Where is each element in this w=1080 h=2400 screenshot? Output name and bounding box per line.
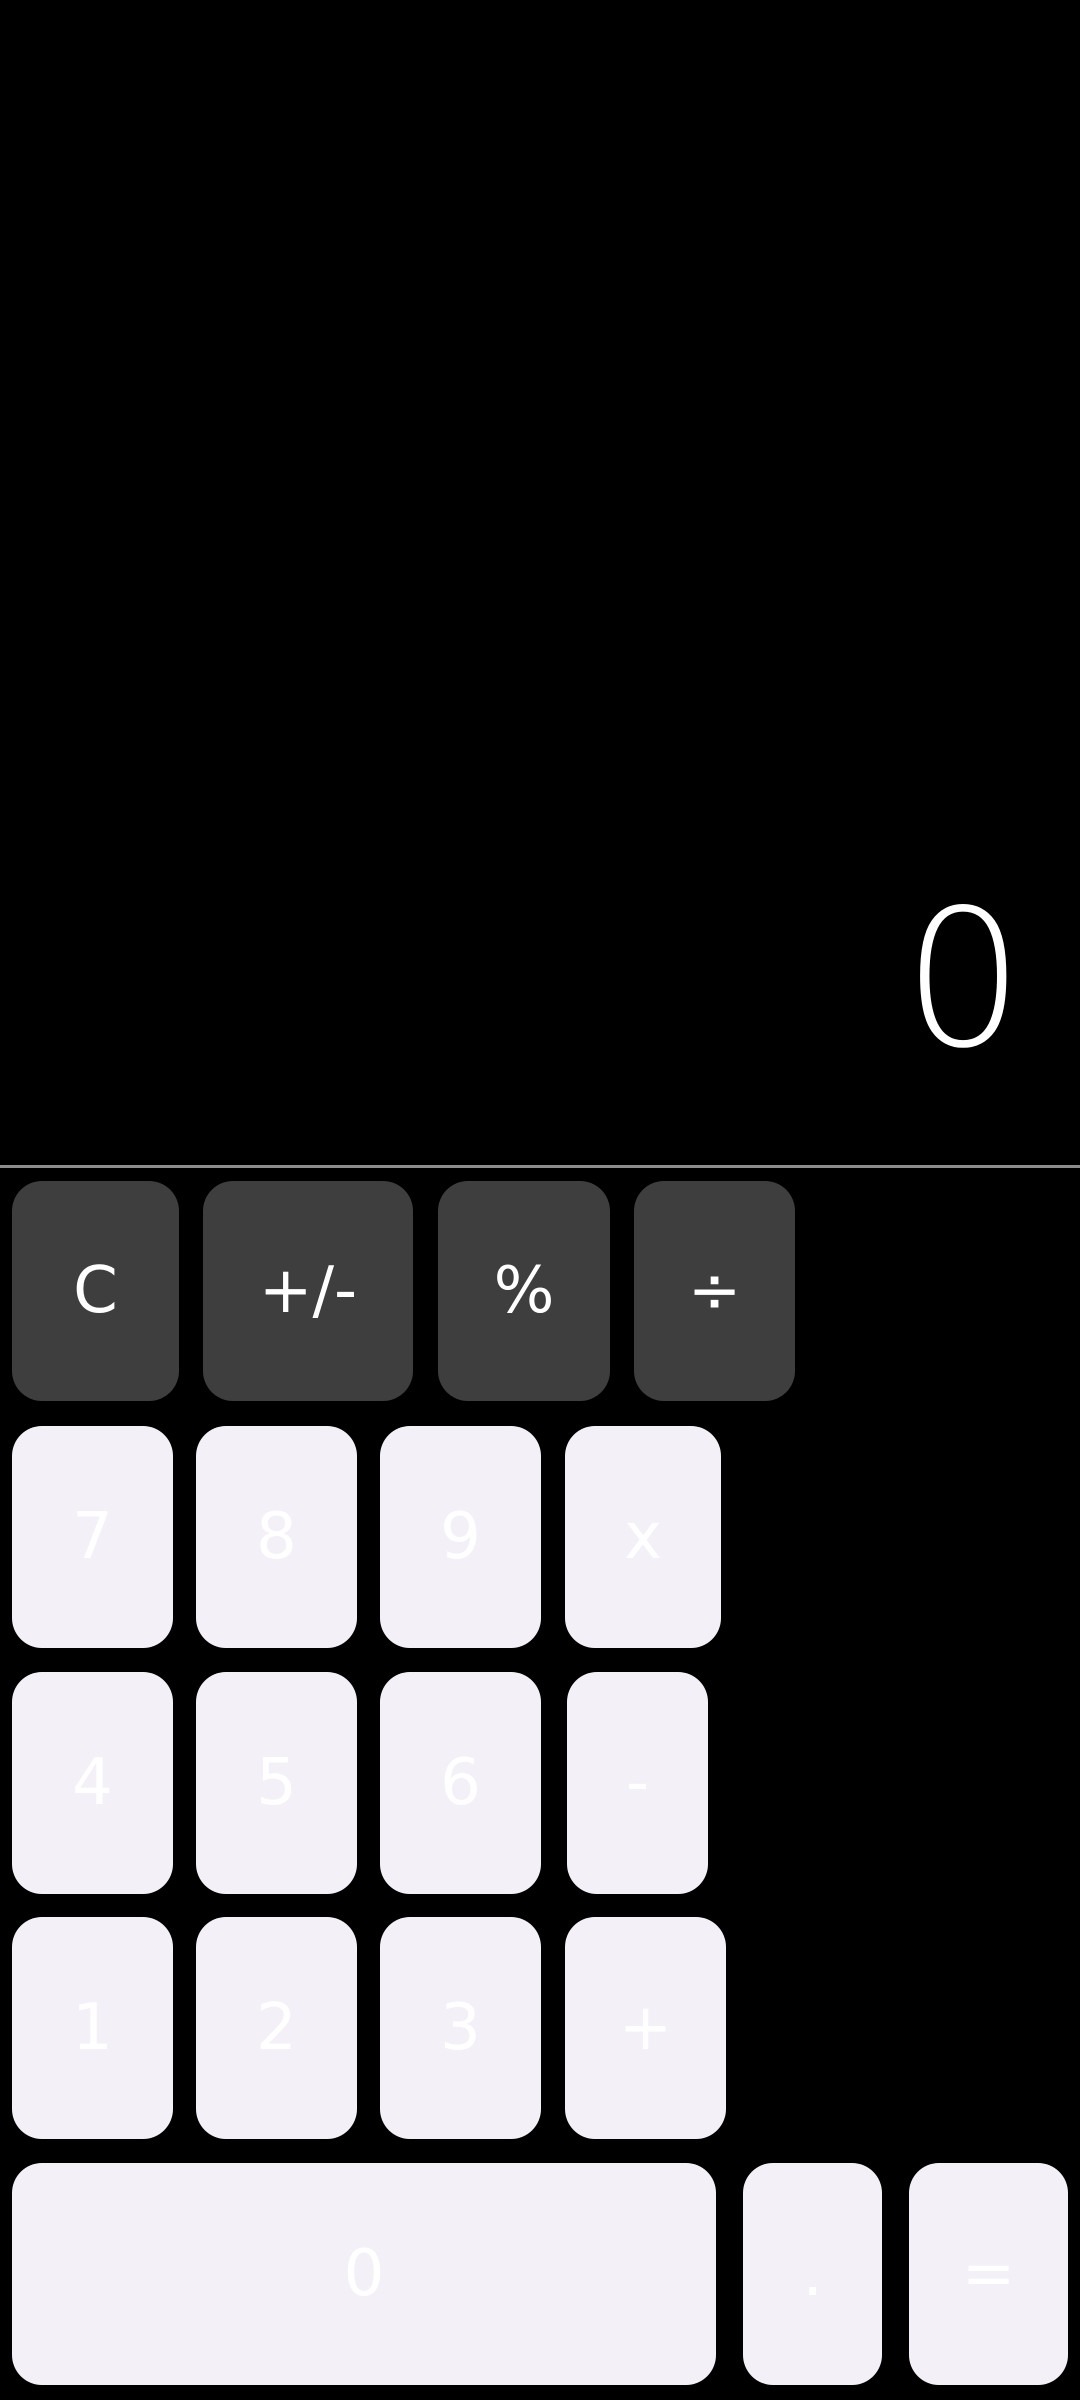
add-button-label: + bbox=[618, 1991, 673, 2065]
multiply-button[interactable]: x bbox=[565, 1426, 721, 1648]
add-button[interactable]: + bbox=[565, 1917, 726, 2139]
digit-0-button[interactable]: 0 bbox=[12, 2163, 716, 2385]
digit-1-button[interactable]: 1 bbox=[12, 1917, 173, 2139]
display-divider bbox=[0, 1165, 1080, 1168]
display-value: 0 bbox=[903, 869, 1024, 1090]
digit-8-button[interactable]: 8 bbox=[196, 1426, 357, 1648]
digit-7-label: 7 bbox=[72, 1500, 113, 1574]
digit-3-button[interactable]: 3 bbox=[380, 1917, 541, 2139]
clear-button[interactable]: C bbox=[12, 1181, 179, 1401]
divide-button-label: ÷ bbox=[687, 1254, 742, 1328]
multiply-button-label: x bbox=[624, 1500, 662, 1574]
percent-button-label: % bbox=[493, 1254, 555, 1328]
divide-button[interactable]: ÷ bbox=[634, 1181, 795, 1401]
digit-5-label: 5 bbox=[256, 1746, 297, 1820]
digit-6-label: 6 bbox=[440, 1746, 481, 1820]
digit-3-label: 3 bbox=[440, 1991, 481, 2065]
equals-button-label: = bbox=[961, 2237, 1016, 2311]
sign-toggle-button-label: +/- bbox=[258, 1254, 358, 1328]
digit-1-label: 1 bbox=[72, 1991, 113, 2065]
digit-7-button[interactable]: 7 bbox=[12, 1426, 173, 1648]
digit-9-label: 9 bbox=[440, 1500, 481, 1574]
subtract-button-label: - bbox=[625, 1746, 650, 1820]
digit-5-button[interactable]: 5 bbox=[196, 1672, 357, 1894]
digit-4-button[interactable]: 4 bbox=[12, 1672, 173, 1894]
digit-8-label: 8 bbox=[256, 1500, 297, 1574]
decimal-button[interactable]: . bbox=[743, 2163, 882, 2385]
decimal-button-label: . bbox=[802, 2237, 823, 2311]
digit-0-label: 0 bbox=[343, 2237, 385, 2311]
result-display: 0 bbox=[0, 0, 1080, 1165]
percent-button[interactable]: % bbox=[438, 1181, 610, 1401]
digit-2-button[interactable]: 2 bbox=[196, 1917, 357, 2139]
sign-toggle-button[interactable]: +/- bbox=[203, 1181, 413, 1401]
clear-button-label: C bbox=[73, 1254, 118, 1328]
subtract-button[interactable]: - bbox=[567, 1672, 708, 1894]
digit-6-button[interactable]: 6 bbox=[380, 1672, 541, 1894]
digit-9-button[interactable]: 9 bbox=[380, 1426, 541, 1648]
digit-2-label: 2 bbox=[256, 1991, 297, 2065]
digit-4-label: 4 bbox=[72, 1746, 113, 1820]
equals-button[interactable]: = bbox=[909, 2163, 1068, 2385]
